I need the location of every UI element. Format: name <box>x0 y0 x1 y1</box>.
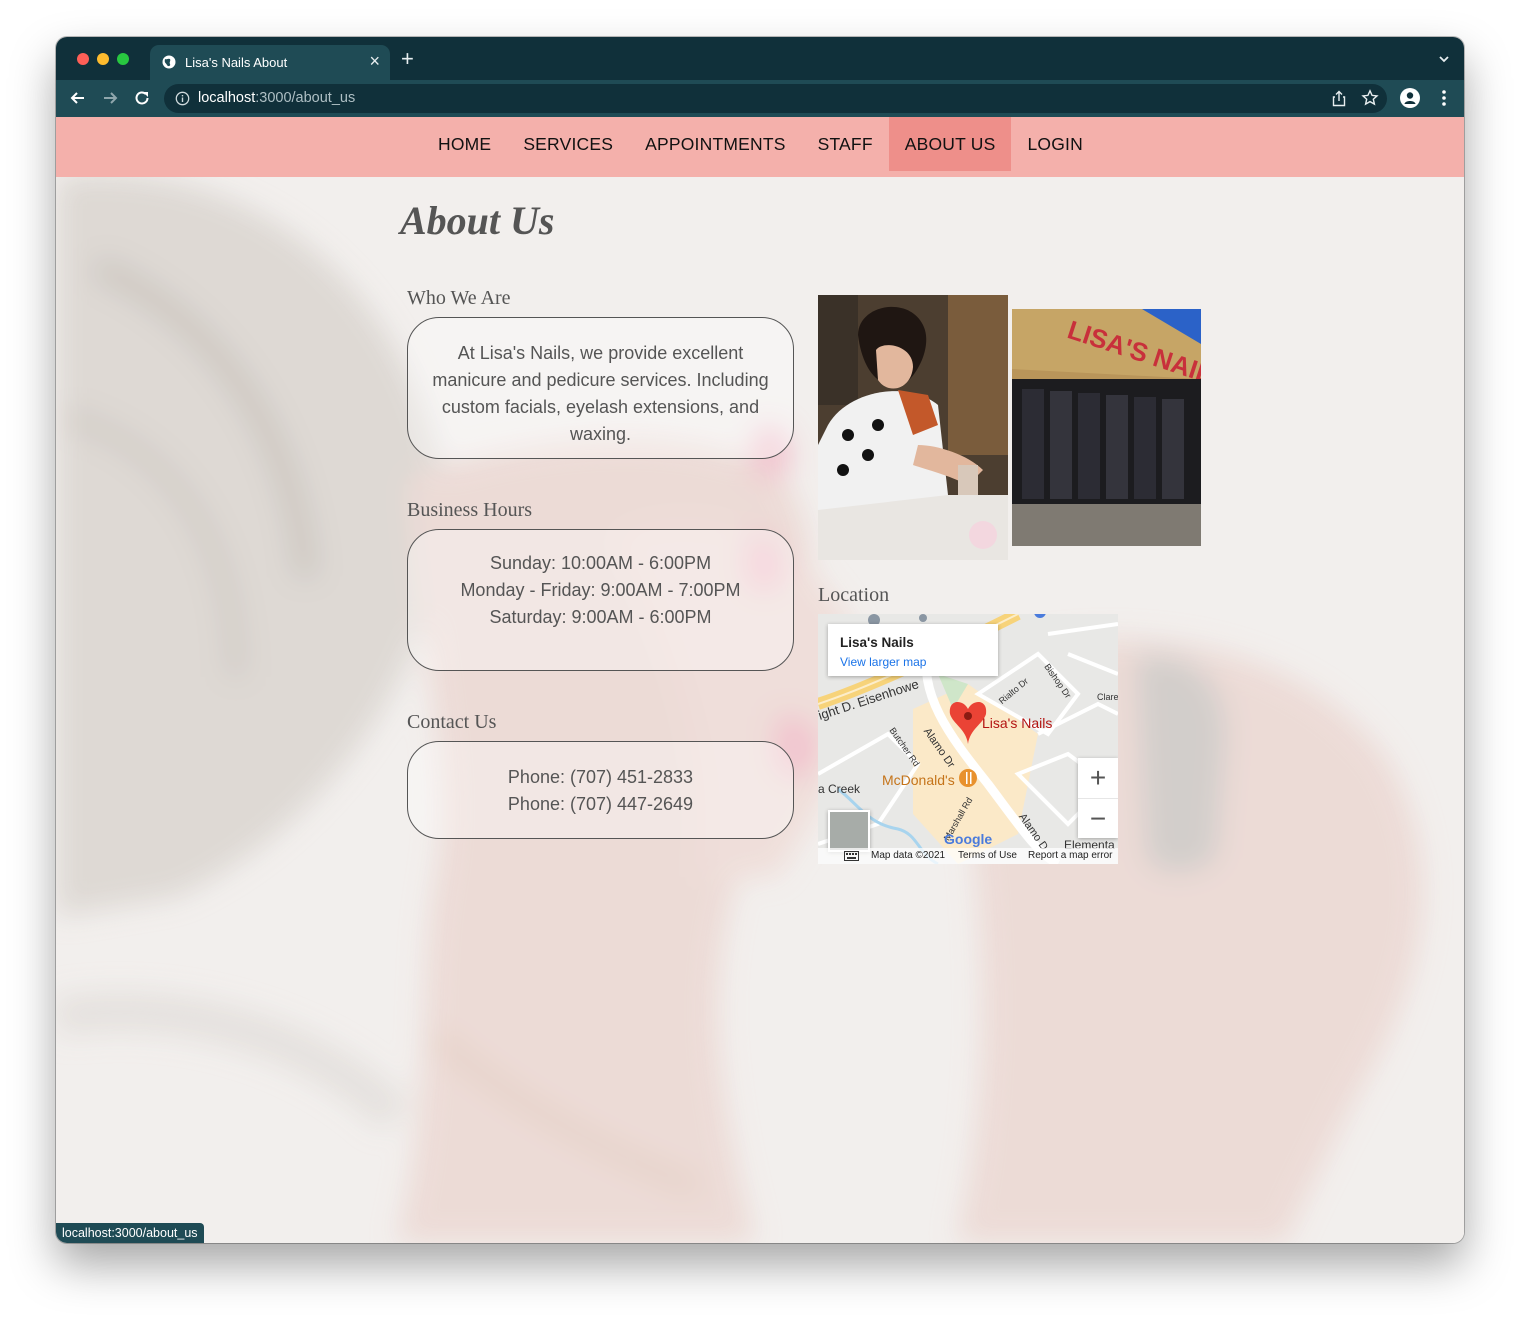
business-hours-card: Sunday: 10:00AM - 6:00PM Monday - Friday… <box>407 529 794 671</box>
minimize-window-button[interactable] <box>97 53 109 65</box>
url-text: localhost:3000/about_us <box>198 90 355 106</box>
profile-icon[interactable] <box>1400 88 1420 108</box>
map-street-label: a Creek <box>818 782 861 796</box>
contact-us-heading: Contact Us <box>407 711 497 733</box>
nav-login[interactable]: LOGIN <box>1011 117 1098 171</box>
google-logo: Google <box>944 831 993 847</box>
zoom-out-button[interactable]: − <box>1078 798 1118 838</box>
menu-icon[interactable] <box>1442 89 1446 107</box>
site-navbar: HOME SERVICES APPOINTMENTS STAFF ABOUT U… <box>56 117 1464 177</box>
hours-line: Saturday: 9:00AM - 6:00PM <box>489 607 712 627</box>
hours-line: Sunday: 10:00AM - 6:00PM <box>489 553 712 573</box>
business-hours-heading: Business Hours <box>407 499 533 521</box>
forward-icon[interactable] <box>100 88 120 108</box>
close-window-button[interactable] <box>77 53 89 65</box>
who-we-are-heading: Who We Are <box>407 287 511 309</box>
globe-icon <box>162 55 176 69</box>
nav-home[interactable]: HOME <box>422 117 507 171</box>
background-image <box>56 117 1464 1243</box>
nav-menu: HOME SERVICES APPOINTMENTS STAFF ABOUT U… <box>422 117 1099 177</box>
share-icon[interactable] <box>1331 90 1347 107</box>
hours-line: Monday - Friday: 9:00AM - 7:00PM <box>460 580 741 600</box>
keyboard-icon[interactable] <box>844 851 859 861</box>
technician-image <box>818 295 1008 560</box>
plus-icon[interactable]: + <box>401 48 414 70</box>
map-poi-label: McDonald's <box>882 772 955 788</box>
map-pin-label: Lisa's Nails <box>982 715 1053 731</box>
chevron-down-icon[interactable] <box>1438 53 1450 65</box>
phone-line: Phone: (707) 451-2833 <box>507 767 694 787</box>
location-heading: Location <box>818 584 890 606</box>
maximize-window-button[interactable] <box>117 53 129 65</box>
browser-tab[interactable]: Lisa's Nails About × <box>150 45 390 80</box>
browser-toolbar: localhost:3000/about_us <box>56 80 1464 117</box>
address-bar[interactable]: localhost:3000/about_us <box>164 84 1387 113</box>
web-page: HOME SERVICES APPOINTMENTS STAFF ABOUT U… <box>56 117 1464 1243</box>
storefront-image: LISA'S NAILS <box>1012 309 1201 546</box>
url-host: localhost <box>198 90 256 106</box>
nav-services[interactable]: SERVICES <box>507 117 629 171</box>
reload-icon[interactable] <box>132 88 152 108</box>
satellite-toggle[interactable] <box>828 810 870 852</box>
info-icon[interactable] <box>175 91 190 106</box>
storefront-photo: LISA'S NAILS <box>1012 309 1201 546</box>
map-data-text: Map data ©2021 <box>871 850 946 861</box>
nav-about-us[interactable]: ABOUT US <box>888 117 1012 171</box>
map-place-name: Lisa's Nails <box>840 635 914 650</box>
map-attribution: Map data ©2021 Terms of Use Report a map… <box>818 848 1118 864</box>
tab-title: Lisa's Nails About <box>185 55 288 70</box>
url-path: :3000/about_us <box>255 90 356 106</box>
contact-us-card: Phone: (707) 451-2833 Phone: (707) 447-2… <box>407 741 794 839</box>
map-info-card: Lisa's Nails View larger map <box>828 624 998 676</box>
nav-staff[interactable]: STAFF <box>802 117 889 171</box>
nav-appointments[interactable]: APPOINTMENTS <box>629 117 801 171</box>
view-larger-map-link[interactable]: View larger map <box>840 655 926 669</box>
page-title: About Us <box>400 198 555 243</box>
status-bar: localhost:3000/about_us <box>56 1223 204 1243</box>
tab-strip: Lisa's Nails About × + <box>56 37 1464 80</box>
restaurant-icon <box>959 769 977 787</box>
phone-line: Phone: (707) 447-2649 <box>507 794 694 814</box>
person-icon <box>1404 92 1416 104</box>
back-icon[interactable] <box>68 88 88 108</box>
close-icon[interactable]: × <box>369 52 380 70</box>
zoom-in-button[interactable]: + <box>1078 758 1118 798</box>
map-street-label: Clare <box>1097 692 1118 702</box>
zoom-controls: + − <box>1078 758 1118 838</box>
who-we-are-card: At Lisa's Nails, we provide excellent ma… <box>407 317 794 459</box>
report-error-link[interactable]: Report a map error <box>1028 850 1112 861</box>
browser-window: Lisa's Nails About × + localhost:3000/ab… <box>56 37 1464 1243</box>
who-we-are-text: At Lisa's Nails, we provide excellent ma… <box>432 343 769 444</box>
nail-technician-photo <box>818 295 1008 560</box>
google-map[interactable]: Lisa's Nails McDonald's ight D. Eisenhow… <box>818 614 1118 864</box>
terms-link[interactable]: Terms of Use <box>958 850 1017 861</box>
star-icon[interactable] <box>1361 89 1379 107</box>
